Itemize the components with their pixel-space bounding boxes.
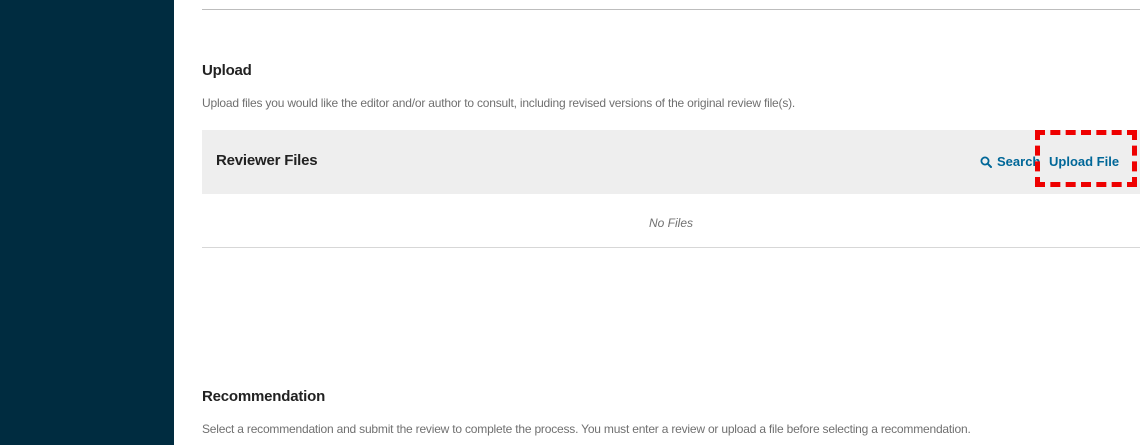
upload-section-description: Upload files you would like the editor a… [202,96,796,110]
recommendation-section-description: Select a recommendation and submit the r… [202,422,971,436]
search-button[interactable]: Search [980,154,1040,169]
sidebar [0,0,174,445]
reviewer-files-header: Reviewer Files Search Upload File [202,130,1140,194]
upload-file-button[interactable]: Upload File [1049,154,1119,169]
top-divider [202,9,1140,10]
no-files-message: No Files [648,216,693,230]
page: Upload Upload files you would like the e… [0,0,1140,445]
recommendation-section-title: Recommendation [202,388,326,405]
upload-section-title: Upload [202,62,252,79]
search-button-label: Search [997,154,1041,169]
reviewer-files-panel: Reviewer Files Search Upload File No Fil… [202,130,1140,248]
reviewer-files-title: Reviewer Files [216,152,318,169]
search-icon [980,156,992,168]
